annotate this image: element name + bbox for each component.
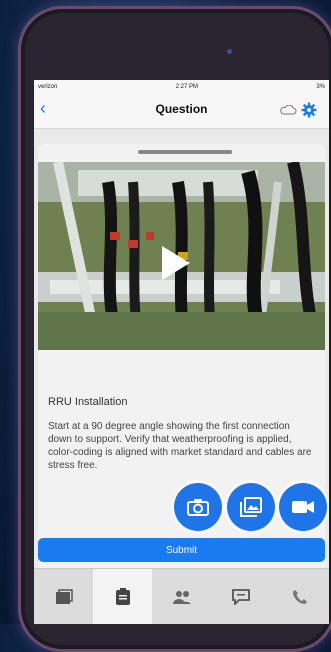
people-icon [172, 591, 191, 604]
chat-icon [231, 589, 250, 605]
tab-clipboard[interactable] [93, 569, 152, 624]
cloud-icon[interactable] [279, 105, 297, 115]
app-screen: verizon 2:27 PM 3% ‹ Question RRU Instal… [34, 80, 329, 624]
video-thumbnail[interactable] [38, 162, 325, 350]
question-instructions: Start at a 90 degree angle showing the f… [48, 421, 312, 471]
tab-chat[interactable] [211, 569, 270, 624]
battery-label: 3% [316, 84, 325, 90]
tab-phone[interactable] [270, 569, 329, 624]
phone-icon [292, 590, 307, 604]
tab-library[interactable] [34, 569, 93, 624]
question-title: RRU Installation [48, 396, 128, 408]
gear-icon[interactable] [301, 102, 317, 118]
clipboard-icon [115, 588, 130, 605]
status-bar: verizon 2:27 PM 3% [34, 80, 329, 94]
library-icon [55, 589, 73, 604]
camera-icon [187, 499, 209, 516]
camera-button[interactable] [174, 483, 222, 531]
gallery-icon [240, 497, 262, 517]
play-icon[interactable] [162, 246, 190, 280]
bottom-tab-bar [34, 568, 329, 624]
tab-people[interactable] [152, 569, 211, 624]
carrier-label: verizon [38, 84, 58, 90]
gallery-button[interactable] [227, 483, 275, 531]
video-record-button[interactable] [279, 483, 327, 531]
video-icon [292, 501, 314, 513]
clock: 2:27 PM [175, 84, 199, 90]
submit-button[interactable]: Submit [38, 538, 325, 562]
navigation-bar: ‹ Question [34, 94, 329, 129]
front-camera [227, 49, 232, 54]
sheet-grabber[interactable] [138, 150, 232, 154]
